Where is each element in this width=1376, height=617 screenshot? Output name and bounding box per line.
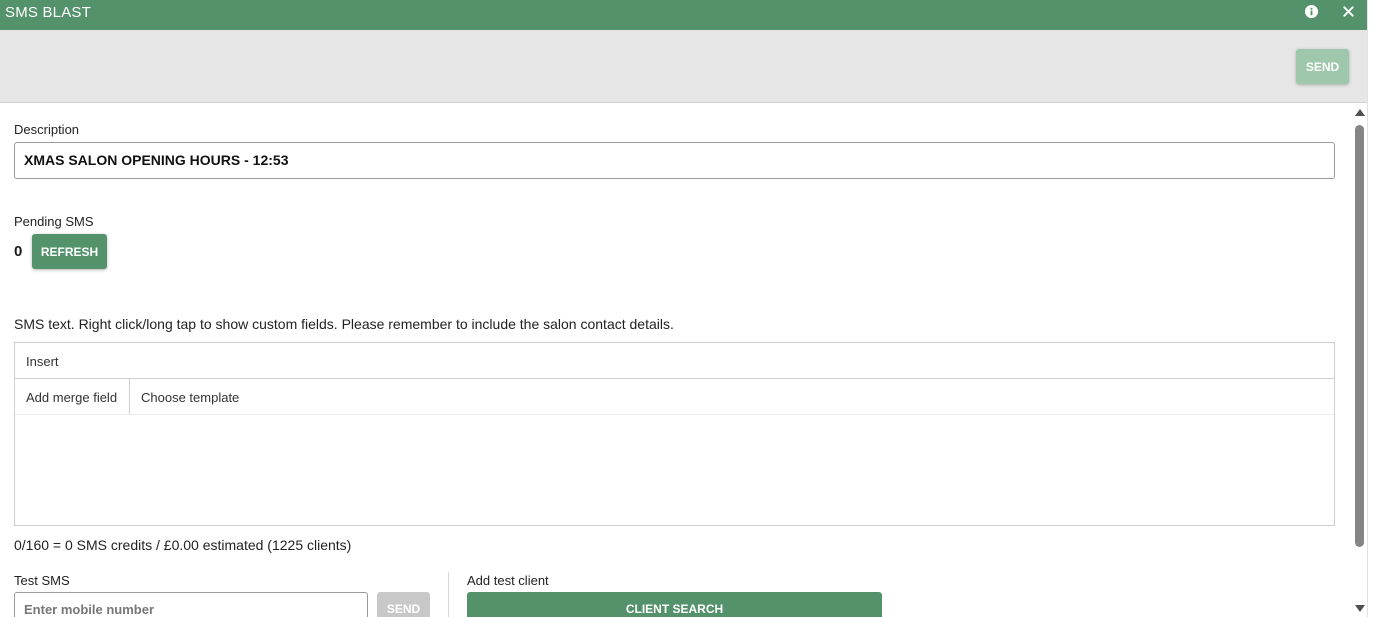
description-label: Description bbox=[14, 122, 80, 137]
sms-text-label: SMS text. Right click/long tap to show c… bbox=[14, 316, 674, 332]
scroll-up-arrow-icon[interactable] bbox=[1355, 109, 1365, 116]
insert-menu[interactable]: Insert bbox=[26, 354, 59, 369]
close-icon[interactable] bbox=[1341, 4, 1356, 19]
mobile-number-input[interactable]: Enter mobile number bbox=[14, 592, 368, 617]
divider bbox=[448, 572, 449, 617]
send-button[interactable]: SEND bbox=[1296, 49, 1349, 84]
pending-sms-label: Pending SMS bbox=[14, 214, 94, 229]
scroll-down-arrow-icon[interactable] bbox=[1355, 605, 1365, 612]
editor-menubar: Insert bbox=[15, 343, 1334, 379]
form-content: Description XMAS SALON OPENING HOURS - 1… bbox=[0, 104, 1352, 617]
window-edge bbox=[1367, 0, 1376, 617]
vertical-scrollbar[interactable] bbox=[1352, 104, 1367, 617]
refresh-button[interactable]: REFRESH bbox=[32, 234, 107, 269]
add-merge-field-button[interactable]: Add merge field bbox=[15, 379, 130, 414]
pending-sms-count: 0 bbox=[14, 243, 23, 260]
title-bar: SMS BLAST bbox=[0, 0, 1367, 30]
test-sms-label: Test SMS bbox=[14, 573, 70, 588]
info-icon[interactable] bbox=[1304, 4, 1319, 19]
add-test-client-label: Add test client bbox=[467, 573, 549, 588]
send-test-sms-button[interactable]: SEND bbox=[377, 592, 430, 617]
editor-toolbar: Add merge field Choose template bbox=[15, 379, 1334, 415]
window-title: SMS BLAST bbox=[5, 4, 91, 21]
sms-text-area[interactable] bbox=[15, 416, 1334, 525]
client-search-button[interactable]: CLIENT SEARCH bbox=[467, 592, 882, 617]
description-input[interactable]: XMAS SALON OPENING HOURS - 12:53 bbox=[14, 142, 1335, 179]
choose-template-button[interactable]: Choose template bbox=[130, 379, 239, 414]
scroll-thumb[interactable] bbox=[1355, 125, 1364, 547]
sms-text-editor[interactable]: Insert Add merge field Choose template bbox=[14, 342, 1335, 526]
sms-credits-summary: 0/160 = 0 SMS credits / £0.00 estimated … bbox=[14, 537, 352, 553]
action-bar: SEND bbox=[0, 30, 1367, 103]
